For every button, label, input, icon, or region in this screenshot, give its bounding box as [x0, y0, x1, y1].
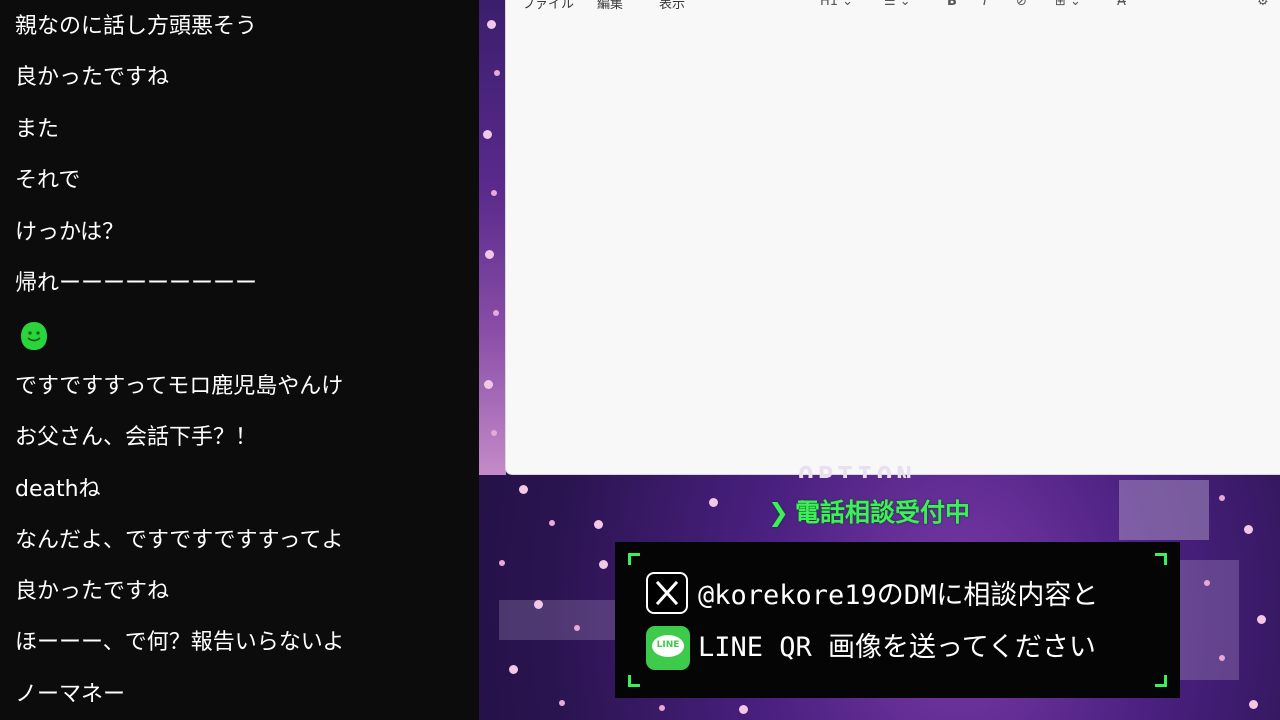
editor-toolbar: ファイル 編集 表示 H1 ⌄ ☰ ⌄ B I ⊘ ⊞ ⌄ A̶ ⚙	[506, 0, 1280, 12]
chat-message: けっかは？	[15, 220, 125, 245]
chat-message: ほーーー、で何？報告いらないよ	[15, 630, 345, 655]
menu-view[interactable]: 表示	[659, 0, 685, 12]
chat-message: また	[15, 117, 60, 142]
chat-message: なんだよ、ですですですすってよ	[15, 528, 344, 553]
menu-file[interactable]: ファイル	[522, 0, 574, 12]
contact-info-box: @korekore19のDMに相談内容と LINE LINE QR 画像を送って…	[615, 542, 1180, 698]
table-icon[interactable]: ⊞ ⌄	[1055, 0, 1081, 9]
corner-bracket	[628, 553, 640, 565]
list-icon[interactable]: ☰ ⌄	[884, 0, 911, 9]
phone-consultation-line: ❯ 電話相談受付中	[768, 496, 970, 530]
chat-message: deathね	[15, 477, 101, 502]
cherry-tree-strip	[479, 0, 506, 475]
menu-edit[interactable]: 編集	[597, 0, 623, 12]
text-editor-window[interactable]: ファイル 編集 表示 H1 ⌄ ☰ ⌄ B I ⊘ ⊞ ⌄ A̶ ⚙	[506, 0, 1280, 474]
contact-line-text: LINE QR 画像を送ってください	[698, 632, 1096, 663]
chevron-right-icon: ❯	[768, 498, 789, 527]
green-smile-emote-icon	[21, 322, 47, 350]
chat-message: 帰れーーーーーーーーー	[15, 271, 258, 296]
chat-message: お父さん、会話下手？！	[15, 425, 258, 450]
chat-message: 親なのに話し方頭悪そう	[15, 14, 258, 39]
option-title: OPTION	[798, 462, 916, 478]
chat-message: それで	[15, 168, 81, 193]
bold-icon[interactable]: B	[947, 0, 957, 9]
corner-bracket	[628, 675, 640, 687]
x-logo-icon	[646, 572, 688, 614]
italic-icon[interactable]: I	[983, 0, 987, 9]
link-icon[interactable]: ⊘	[1016, 0, 1027, 9]
corner-bracket	[1155, 553, 1167, 565]
clear-format-icon[interactable]: A̶	[1117, 0, 1126, 9]
contact-x-text: @korekore19のDMに相談内容と	[698, 580, 1099, 611]
chat-message: 良かったですね	[15, 579, 170, 604]
chat-message: ノーマネー	[15, 682, 126, 707]
settings-icon[interactable]: ⚙	[1257, 0, 1269, 9]
phone-consultation-text: 電話相談受付中	[794, 498, 970, 527]
chat-message: 良かったですね	[15, 65, 170, 90]
corner-bracket	[1155, 675, 1167, 687]
chat-message: ですですすってモロ鹿児島やんけ	[15, 374, 344, 399]
line-app-icon: LINE	[646, 626, 690, 670]
chat-panel: 親なのに話し方頭悪そう 良かったですね また それで けっかは？ 帰れーーーーー…	[0, 0, 479, 720]
heading-icon[interactable]: H1 ⌄	[820, 0, 853, 9]
